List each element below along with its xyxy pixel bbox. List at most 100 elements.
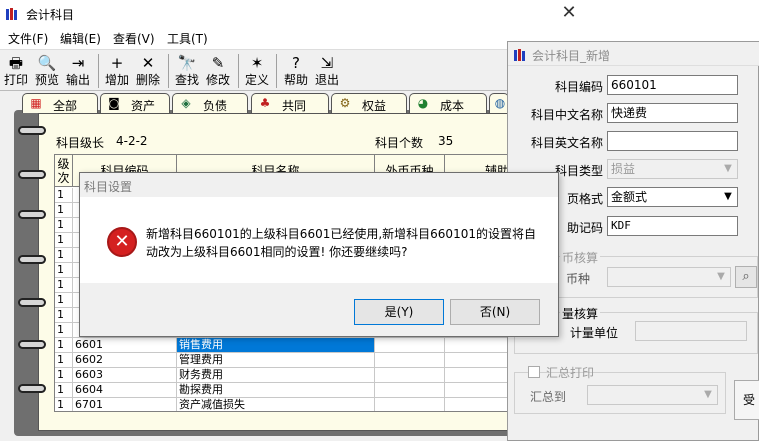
- new-window-title: 会计科目_新增: [532, 49, 611, 63]
- cell-level: 1: [55, 278, 73, 292]
- close-button[interactable]: ✕: [556, 3, 582, 25]
- toolbar-separator: [98, 54, 99, 88]
- binder-ring: [18, 170, 46, 179]
- delete-button[interactable]: ✕ 删除: [134, 52, 162, 90]
- currency-lookup-button[interactable]: ⌕: [735, 266, 757, 288]
- new-window-titlebar: 会计科目_新增: [508, 42, 759, 66]
- account-setting-dialog: 科目设置 ✕ 新增科目660101的上级科目6601已经使用,新增科目66010…: [79, 172, 559, 337]
- table-row[interactable]: 1 6601 销售费用: [55, 338, 571, 353]
- dialog-body: ✕ 新增科目660101的上级科目6601已经使用,新增科目660101的设置将…: [80, 197, 558, 283]
- find-button[interactable]: 🔭 查找: [173, 52, 201, 90]
- cell-currency: [375, 338, 445, 352]
- code-label: 科目编码: [554, 80, 603, 94]
- delete-icon: ✕: [141, 54, 155, 72]
- unit-label: 计量单位: [570, 326, 619, 340]
- currency-group-label: 币核算: [560, 249, 601, 266]
- tab-all[interactable]: ▦ 全部: [22, 93, 98, 113]
- cell-name: 勘探费用: [177, 383, 375, 397]
- cell-currency: [375, 398, 445, 411]
- binder-ring: [18, 126, 46, 135]
- tab-cost[interactable]: ◕ 成本: [409, 93, 487, 113]
- summary-print-checkbox[interactable]: [528, 366, 540, 378]
- add-icon: +: [110, 54, 124, 72]
- main-titlebar: 会计科目 ✕: [0, 0, 585, 28]
- help-button[interactable]: ? 帮助: [282, 52, 310, 90]
- dialog-message: 新增科目660101的上级科目6601已经使用,新增科目660101的设置将自动…: [146, 227, 536, 259]
- quantity-group-label: 量核算: [560, 305, 601, 322]
- dialog-title: 科目设置: [84, 180, 133, 194]
- equity-gears-icon: ⚙: [339, 96, 351, 110]
- grade-label: 科目级长: [56, 136, 105, 150]
- table-row[interactable]: 1 6701 资产减值损失: [55, 398, 571, 411]
- cell-name: 销售费用: [177, 338, 375, 352]
- error-icon: ✕: [107, 227, 137, 257]
- currency-select: ▼: [607, 267, 731, 287]
- chevron-down-icon[interactable]: ▼: [720, 189, 736, 205]
- find-icon: 🔭: [177, 54, 197, 72]
- grade-value: 4-2-2: [116, 134, 148, 148]
- cell-code: 6701: [73, 398, 177, 411]
- cell-name: 财务费用: [177, 368, 375, 382]
- cell-level: 1: [55, 323, 73, 337]
- tab-profit-loss[interactable]: ◍: [489, 93, 509, 113]
- cell-level: 1: [55, 188, 73, 202]
- profit-globe-icon: ◍: [494, 96, 506, 110]
- add-button[interactable]: + 增加: [103, 52, 131, 90]
- cell-level: 1: [55, 293, 73, 307]
- code-input[interactable]: 660101: [607, 75, 738, 95]
- menu-tools[interactable]: 工具(T): [167, 30, 208, 47]
- chevron-down-icon: ▼: [717, 271, 725, 282]
- currency-label: 币种: [566, 272, 591, 286]
- cell-level: 1: [55, 263, 73, 277]
- toolbar: 🖶 打印 🔍 预览 ⇥ 输出 + 增加 ✕ 删除 🔭 查找 ✎ 修改 ✶ 定义 …: [0, 49, 585, 91]
- cell-level: 1: [55, 383, 73, 397]
- summary-to-label: 汇总到: [530, 390, 567, 404]
- exit-button[interactable]: ⇲ 退出: [313, 52, 341, 90]
- cell-level: 1: [55, 353, 73, 367]
- preview-button[interactable]: 🔍 预览: [32, 52, 62, 90]
- binder-ring: [18, 384, 46, 393]
- chinese-name-label: 科目中文名称: [530, 108, 603, 122]
- menu-edit[interactable]: 编辑(E): [60, 30, 101, 47]
- header-level[interactable]: 级次: [55, 155, 73, 187]
- tab-equity[interactable]: ⚙ 权益: [331, 93, 407, 113]
- type-select: 损益 ▼: [607, 159, 738, 179]
- tab-common[interactable]: ♣ 共同: [251, 93, 329, 113]
- liability-icon: ◈: [181, 96, 191, 110]
- cell-code: 6602: [73, 353, 177, 367]
- format-select[interactable]: 金额式 ▼: [607, 187, 738, 207]
- confirm-button[interactable]: 受: [734, 380, 759, 420]
- table-row[interactable]: 1 6602 管理费用: [55, 353, 571, 368]
- printer-icon: 🖶: [8, 54, 24, 72]
- cell-name: 资产减值损失: [177, 398, 375, 411]
- menubar: 文件(F) 编辑(E) 查看(V) 工具(T): [0, 28, 585, 48]
- tab-liabilities[interactable]: ◈ 负债: [172, 93, 248, 113]
- dialog-titlebar: 科目设置: [80, 173, 558, 197]
- table-row[interactable]: 1 6604 勘探费用: [55, 383, 571, 398]
- define-button[interactable]: ✶ 定义: [243, 52, 271, 90]
- chevron-down-icon: ▼: [724, 163, 732, 174]
- toolbar-separator: [168, 54, 169, 88]
- no-button[interactable]: 否(N): [450, 299, 540, 325]
- table-row[interactable]: 1 6603 财务费用: [55, 368, 571, 383]
- cost-chart-icon: ◕: [417, 96, 429, 110]
- export-button[interactable]: ⇥ 输出: [64, 52, 92, 90]
- tab-assets[interactable]: ◙ 资产: [100, 93, 170, 113]
- count-label: 科目个数: [375, 136, 424, 150]
- print-button[interactable]: 🖶 打印: [2, 52, 30, 90]
- summary-print-label: 汇总打印: [546, 366, 595, 380]
- mnemonic-input[interactable]: KDF: [607, 216, 738, 236]
- menu-view[interactable]: 查看(V): [113, 30, 155, 47]
- binder-ring: [18, 255, 46, 264]
- yes-button[interactable]: 是(Y): [354, 299, 444, 325]
- english-name-input[interactable]: [607, 131, 738, 151]
- cell-code: 6604: [73, 383, 177, 397]
- menu-file[interactable]: 文件(F): [8, 30, 48, 47]
- mnemonic-label: 助记码: [566, 221, 603, 235]
- edit-icon: ✎: [211, 54, 225, 72]
- cell-currency: [375, 353, 445, 367]
- chinese-name-input[interactable]: 快递费: [607, 103, 738, 123]
- edit-button[interactable]: ✎ 修改: [204, 52, 232, 90]
- binder-ring: [18, 298, 46, 307]
- exit-door-icon: ⇲: [320, 54, 334, 72]
